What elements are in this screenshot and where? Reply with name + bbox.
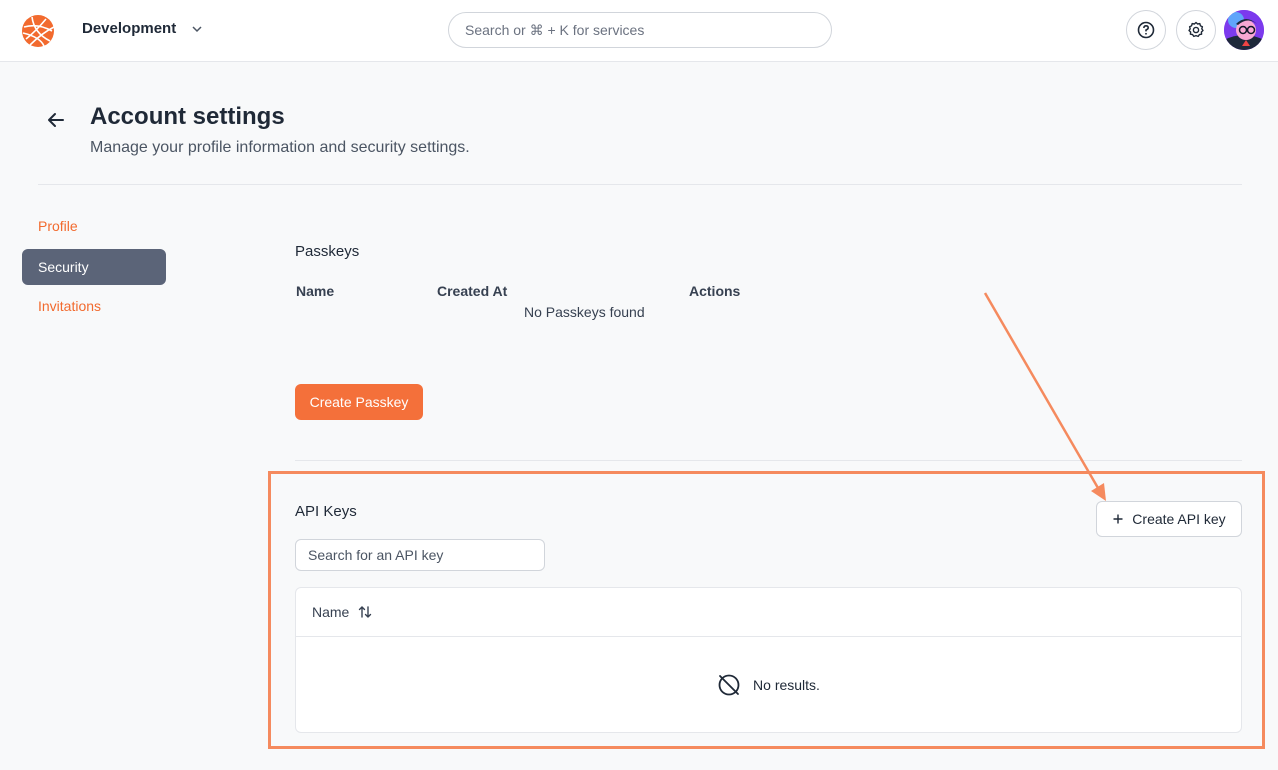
sidebar-item-profile[interactable]: Profile [22, 208, 166, 244]
passkeys-column-created: Created At [437, 283, 508, 299]
avatar[interactable] [1224, 10, 1264, 50]
chevron-down-icon [192, 25, 202, 32]
create-api-key-button[interactable]: Create API key [1096, 501, 1242, 537]
workspace-selector[interactable]: Development [82, 20, 204, 37]
help-button[interactable] [1126, 10, 1166, 50]
create-api-key-label: Create API key [1132, 511, 1226, 527]
divider [38, 184, 1242, 185]
column-name-label: Name [312, 604, 350, 620]
empty-state: No results. [296, 637, 1241, 732]
column-name-sort[interactable]: Name [312, 604, 373, 620]
passkeys-title: Passkeys [295, 243, 360, 260]
search-input[interactable] [448, 12, 832, 48]
api-keys-title: API Keys [295, 503, 357, 520]
help-icon [1137, 21, 1155, 39]
top-bar: Development [0, 0, 1278, 62]
back-arrow-icon[interactable] [44, 108, 68, 132]
api-key-search-input[interactable] [295, 539, 545, 571]
no-results-text: No results. [753, 677, 820, 693]
sidebar-item-invitations[interactable]: Invitations [22, 288, 166, 324]
plus-icon [1113, 514, 1123, 524]
sidebar-item-security[interactable]: Security [22, 249, 166, 285]
page-title: Account settings [90, 103, 285, 130]
passkeys-empty-text: No Passkeys found [524, 304, 645, 320]
logo-icon[interactable] [20, 13, 56, 49]
passkeys-column-name: Name [296, 283, 335, 299]
gear-icon [1188, 21, 1204, 38]
create-passkey-button[interactable]: Create Passkey [295, 384, 423, 420]
no-results-icon [718, 674, 740, 696]
table-header: Name [296, 588, 1241, 637]
divider [295, 460, 1242, 461]
page-subtitle: Manage your profile information and secu… [90, 139, 470, 156]
settings-button[interactable] [1176, 10, 1216, 50]
sort-icon [359, 606, 372, 618]
workspace-name: Development [82, 20, 177, 37]
passkeys-column-actions: Actions [689, 283, 741, 299]
api-keys-table: Name No results. [295, 587, 1242, 733]
